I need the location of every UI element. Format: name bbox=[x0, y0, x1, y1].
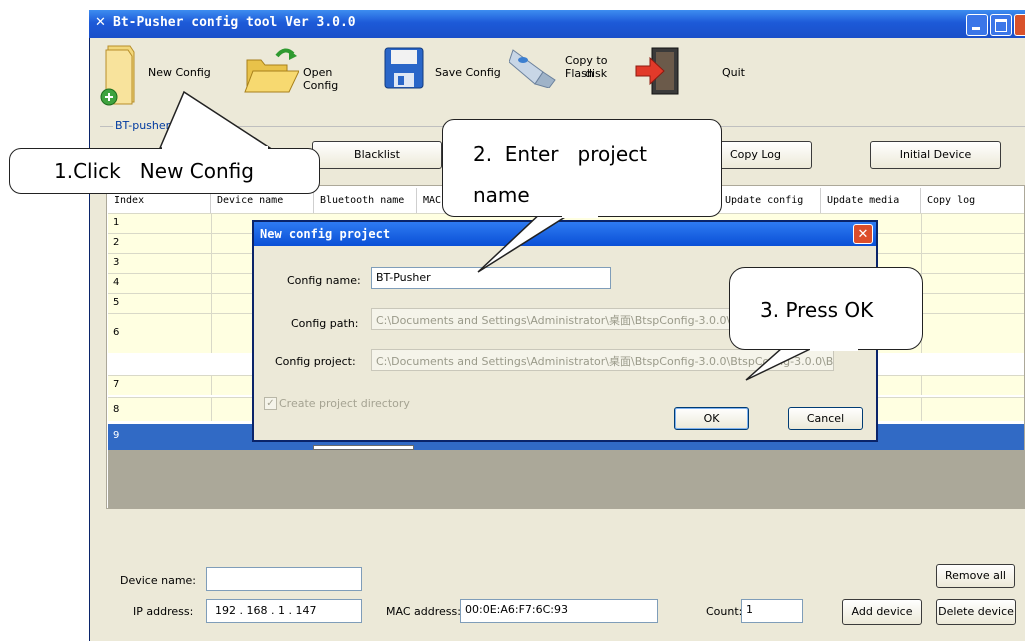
callout-joint bbox=[162, 146, 268, 150]
callout-step-1: 1.Click New Config bbox=[9, 148, 320, 194]
callout-step-3: 3. Press OK bbox=[729, 267, 923, 350]
callout-step-1-text: 1.Click New Config bbox=[54, 159, 254, 183]
callout-step-2-text-2: name bbox=[473, 183, 530, 207]
callout-step-2: 2. Enter project name bbox=[442, 119, 722, 217]
callout-step-3-text: 3. Press OK bbox=[760, 298, 874, 322]
callout-joint bbox=[562, 213, 598, 218]
callout-step-2-text-1: 2. Enter project bbox=[473, 142, 647, 166]
callout-joint bbox=[810, 346, 858, 351]
